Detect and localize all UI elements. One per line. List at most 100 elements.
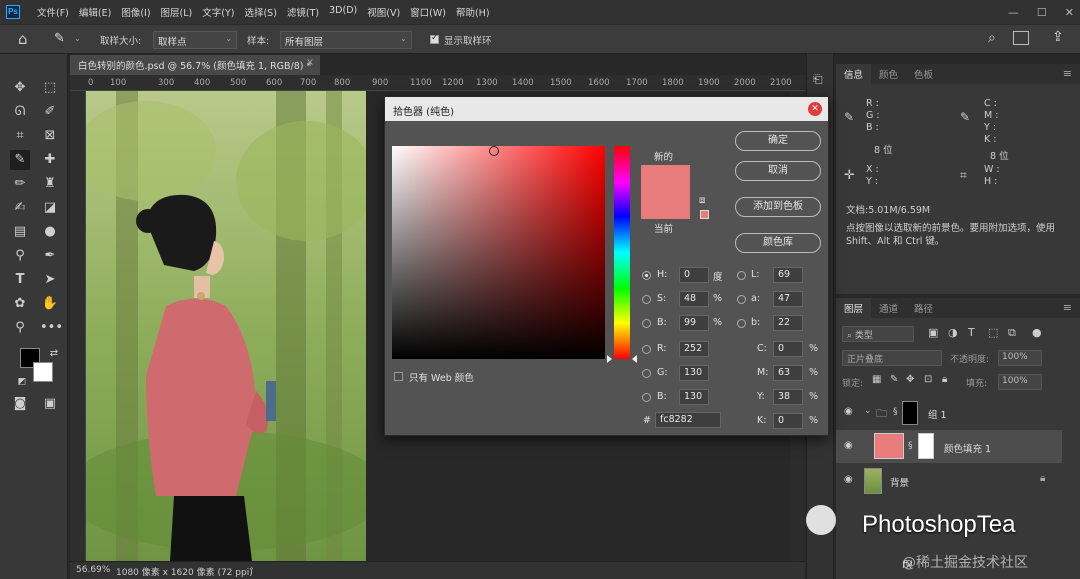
ok-button[interactable]: 确定: [735, 131, 821, 151]
tab-color[interactable]: 颜色: [871, 64, 906, 84]
lock-transparent-icon[interactable]: ▦: [872, 374, 881, 385]
saturation-field[interactable]: 48: [679, 291, 709, 307]
red-radio[interactable]: [642, 345, 651, 354]
eye-icon[interactable]: ◉: [844, 440, 853, 451]
menu-help[interactable]: 帮助(H): [451, 5, 495, 19]
blue-field[interactable]: 130: [679, 389, 709, 405]
stamp-tool-icon[interactable]: ♜: [40, 174, 60, 194]
zoom-level[interactable]: 56.69%: [76, 565, 110, 575]
pen-tool-icon[interactable]: ✒: [40, 246, 60, 266]
lock-all-icon[interactable]: 🔒︎: [942, 374, 947, 385]
green-field[interactable]: 130: [679, 365, 709, 381]
gradient-tool-icon[interactable]: ▤: [10, 222, 30, 242]
status-arrow-icon[interactable]: ›: [250, 564, 254, 574]
screen-mode-icon[interactable]: ▣: [40, 394, 60, 414]
filter-toggle-icon[interactable]: ●: [1032, 326, 1042, 339]
current-color-swatch[interactable]: [641, 192, 690, 219]
menu-window[interactable]: 窗口(W): [405, 5, 451, 19]
green-radio[interactable]: [642, 369, 651, 378]
default-colors-icon[interactable]: ◩: [12, 372, 32, 392]
tab-paths[interactable]: 路径: [906, 298, 941, 318]
swap-colors-icon[interactable]: ⇄: [44, 344, 64, 364]
lock-artboard-icon[interactable]: ⊡: [924, 374, 932, 385]
menu-edit[interactable]: 编辑(E): [74, 5, 116, 19]
quick-select-tool-icon[interactable]: ✐: [40, 102, 60, 122]
tab-layers[interactable]: 图层: [836, 298, 872, 318]
hex-field[interactable]: fc8282: [655, 412, 721, 428]
lab-b-field[interactable]: 22: [773, 315, 803, 331]
frame-tool-icon[interactable]: ⊠: [40, 126, 60, 146]
brightness-radio[interactable]: [642, 319, 651, 328]
close-icon[interactable]: ✕: [808, 102, 822, 116]
history-panel-icon[interactable]: ⎗: [813, 72, 823, 87]
quick-mask-icon[interactable]: ◙: [10, 394, 30, 414]
eraser-tool-icon[interactable]: ◪: [40, 198, 60, 218]
preset-dropdown-icon[interactable]: ⌄: [74, 34, 81, 43]
show-ring-checkbox[interactable]: [430, 33, 439, 44]
share-icon[interactable]: ⇪: [1052, 29, 1064, 45]
background-thumbnail[interactable]: [864, 468, 882, 494]
panel-menu-icon[interactable]: ≡: [1063, 301, 1072, 314]
lab-l-field[interactable]: 69: [773, 267, 803, 283]
lock-pixels-icon[interactable]: ✎: [890, 374, 898, 385]
eye-icon[interactable]: ◉: [844, 474, 853, 485]
document-image[interactable]: [86, 91, 366, 561]
group-mask-thumbnail[interactable]: [902, 401, 918, 425]
lab-l-radio[interactable]: [737, 271, 746, 280]
blend-mode-select[interactable]: 正片叠底: [842, 350, 942, 366]
fill-mask-thumbnail[interactable]: [918, 433, 934, 459]
sample-size-select[interactable]: 取样点 ⌄: [153, 31, 237, 49]
opacity-field[interactable]: 100%: [998, 350, 1042, 366]
zoom-tool-icon[interactable]: ⚲: [10, 318, 30, 338]
blue-radio[interactable]: [642, 393, 651, 402]
filter-adjustment-icon[interactable]: ◑: [948, 326, 958, 339]
fill-layer-thumbnail[interactable]: [874, 433, 904, 459]
layer-row-fill[interactable]: ◉ § 颜色填充 1: [836, 430, 1062, 463]
brush-tool-icon[interactable]: ✏: [10, 174, 30, 194]
hue-slider-left-arrow-icon[interactable]: [607, 355, 612, 363]
background-color-swatch[interactable]: [33, 362, 53, 382]
maximize-icon[interactable]: ☐: [1037, 6, 1047, 19]
dodge-tool-icon[interactable]: ⚲: [10, 246, 30, 266]
path-select-tool-icon[interactable]: ➤: [40, 270, 60, 290]
cancel-button[interactable]: 取消: [735, 161, 821, 181]
menu-image[interactable]: 图像(I): [116, 5, 155, 19]
lock-position-icon[interactable]: ✥: [906, 374, 914, 385]
lab-a-field[interactable]: 47: [773, 291, 803, 307]
hue-radio[interactable]: [642, 271, 651, 280]
tab-swatches[interactable]: 色板: [906, 64, 941, 84]
yellow-field[interactable]: 38: [773, 389, 803, 405]
saturation-radio[interactable]: [642, 295, 651, 304]
hue-field[interactable]: 0: [679, 267, 709, 283]
tab-channels[interactable]: 通道: [871, 298, 906, 318]
close-tab-icon[interactable]: ×: [306, 57, 314, 68]
expand-chevron-icon[interactable]: ⌄: [864, 406, 872, 416]
cyan-field[interactable]: 0: [773, 341, 803, 357]
fill-field[interactable]: 100%: [998, 374, 1042, 390]
crop-tool-icon[interactable]: ⌗: [10, 126, 30, 146]
lab-a-radio[interactable]: [737, 295, 746, 304]
search-icon[interactable]: ⌕: [988, 30, 996, 46]
menu-file[interactable]: 文件(F): [32, 5, 74, 19]
color-selection-ring[interactable]: [489, 146, 499, 156]
move-tool-icon[interactable]: ✥: [10, 78, 30, 98]
eye-icon[interactable]: ◉: [844, 406, 853, 417]
web-only-checkbox[interactable]: [394, 372, 403, 381]
panel-menu-icon[interactable]: ≡: [1063, 67, 1072, 80]
lab-b-radio[interactable]: [737, 319, 746, 328]
shape-tool-icon[interactable]: ✿: [10, 294, 30, 314]
close-window-icon[interactable]: ✕: [1065, 6, 1074, 19]
hue-slider[interactable]: [614, 146, 630, 359]
filter-shape-icon[interactable]: ⬚: [988, 326, 998, 339]
color-picker-title-bar[interactable]: 拾色器 (纯色) ✕: [385, 97, 828, 121]
filter-smart-icon[interactable]: ⧉: [1008, 326, 1016, 340]
marquee-tool-icon[interactable]: ⬚: [40, 78, 60, 98]
layer-row-group[interactable]: ◉ ⌄ 🗀 § 组 1: [836, 396, 1062, 429]
layer-name[interactable]: 背景: [890, 475, 909, 489]
blur-tool-icon[interactable]: ●: [40, 222, 60, 242]
menu-filter[interactable]: 滤镜(T): [282, 5, 324, 19]
workspace-icon[interactable]: [1013, 31, 1029, 45]
layer-kind-filter[interactable]: ⌕ 类型: [842, 326, 914, 342]
layer-name[interactable]: 组 1: [928, 407, 947, 421]
tab-info[interactable]: 信息: [836, 64, 872, 84]
